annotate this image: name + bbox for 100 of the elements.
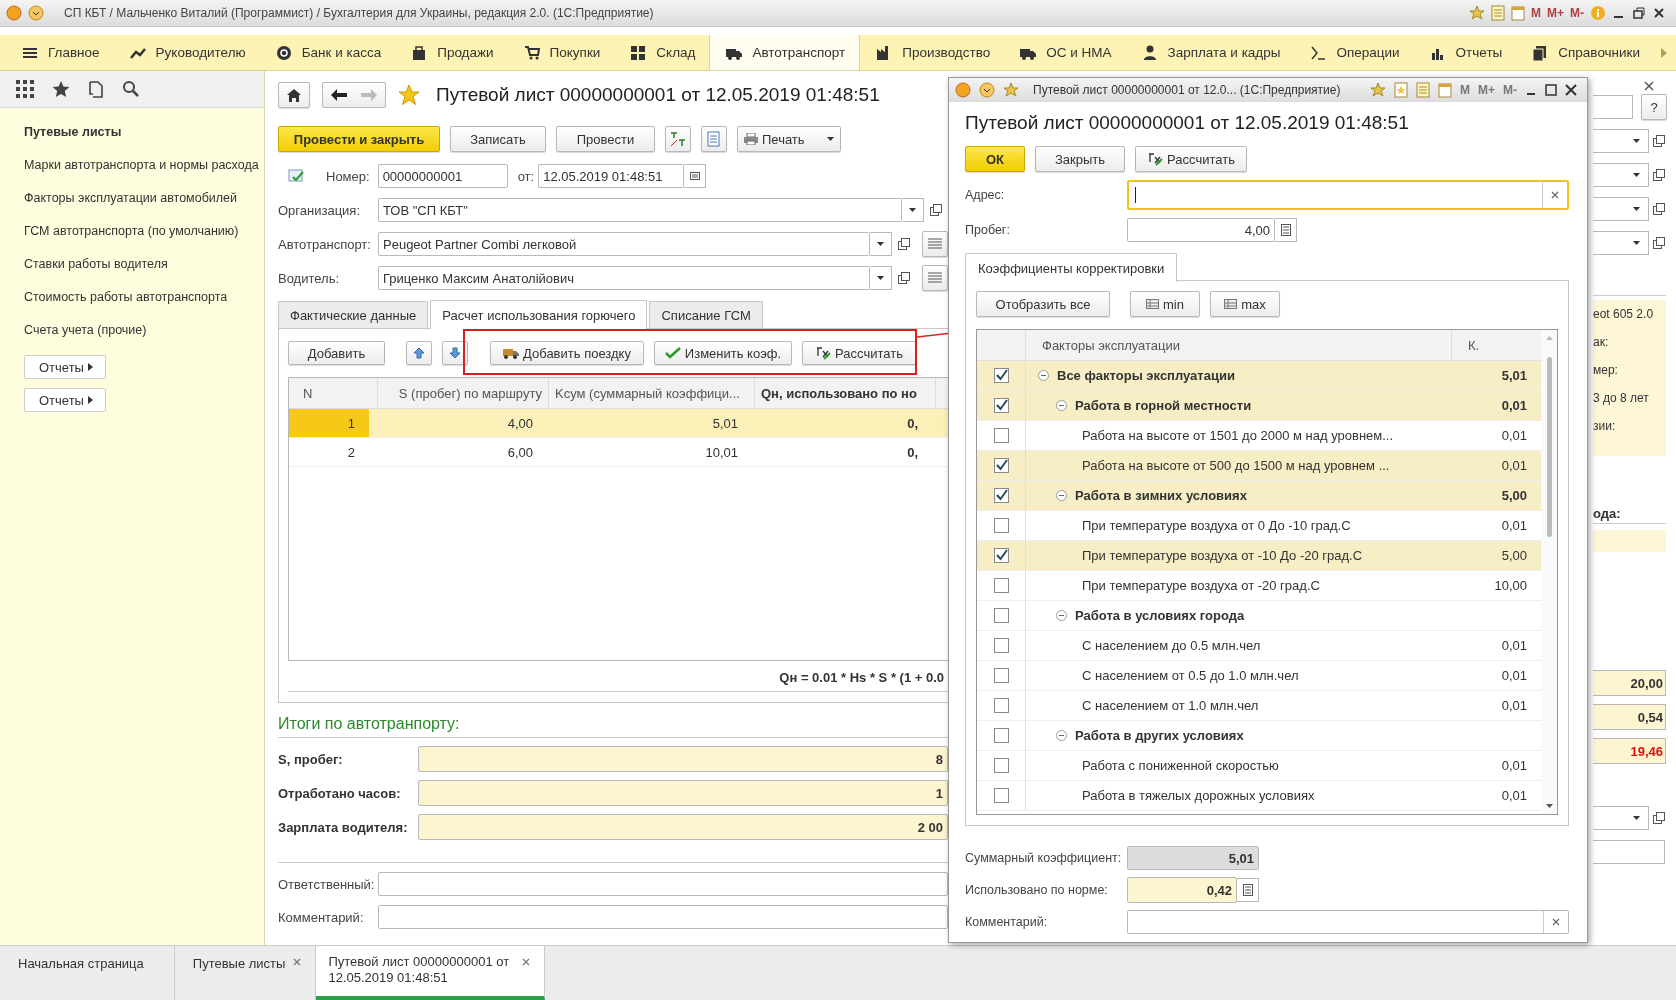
open-icon[interactable]	[898, 238, 910, 250]
text-field[interactable]	[378, 872, 948, 896]
comment-field[interactable]	[1127, 910, 1569, 934]
open-icon[interactable]	[1653, 169, 1665, 181]
tree-row[interactable]: С населением от 0.5 до 1.0 млн.чел 0,01	[977, 661, 1541, 691]
checkbox[interactable]	[993, 788, 1009, 803]
checkbox[interactable]	[993, 698, 1009, 713]
clear-icon[interactable]	[1552, 918, 1560, 926]
dropdown-button[interactable]	[870, 232, 892, 256]
table-row[interactable]: 2 6,00 10,01 0,	[289, 438, 948, 467]
table-row[interactable]: 1 4,00 5,01 0,	[289, 409, 948, 438]
close-icon[interactable]	[1652, 6, 1666, 20]
checkbox[interactable]	[993, 368, 1009, 383]
address-field[interactable]	[1127, 180, 1569, 210]
tree-row[interactable]: Работа в тяжелых дорожных условиях 0,01	[977, 781, 1541, 811]
checkbox[interactable]	[993, 668, 1009, 683]
select-field[interactable]: ТОВ "СП КБТ"	[378, 198, 902, 222]
checkbox[interactable]	[993, 578, 1009, 593]
tab[interactable]: Фактические данные	[278, 301, 429, 328]
section-tab[interactable]: Банк и касса	[259, 35, 396, 70]
calendar-button[interactable]	[684, 164, 707, 188]
open-icon[interactable]	[1653, 203, 1665, 215]
section-tab[interactable]: Склад	[614, 35, 710, 70]
maximize-icon[interactable]	[1545, 84, 1557, 96]
tab[interactable]: Списание ГСМ	[649, 301, 763, 328]
tab[interactable]: Коэффициенты корректировки	[965, 253, 1178, 282]
command-button[interactable]: Провести	[556, 126, 655, 152]
panel-button[interactable]: min	[1130, 291, 1200, 317]
sidebar-link[interactable]: Ставки работы водителя	[24, 256, 260, 272]
tree-row[interactable]: Работа в зимних условиях 5,00	[977, 481, 1541, 511]
add-button[interactable]: Добавить	[288, 341, 385, 365]
select-field[interactable]	[1593, 163, 1649, 187]
scrollbar[interactable]	[1541, 330, 1557, 814]
checkbox[interactable]	[993, 458, 1009, 473]
tree-row[interactable]: При температуре воздуха от -10 До -20 град.С 5,00	[977, 541, 1541, 571]
tree-row[interactable]: Работа на высоте от 500 до 1500 м над уровнем ... 0,01	[977, 451, 1541, 481]
select-field[interactable]	[1593, 231, 1649, 255]
section-tab[interactable]: Производство	[860, 35, 1005, 70]
open-icon[interactable]	[1653, 812, 1665, 824]
dropdown-button[interactable]	[870, 266, 892, 290]
move-down-button[interactable]	[442, 341, 468, 365]
number-field[interactable]: 00000000001	[377, 164, 508, 188]
favorite-star-icon[interactable]	[398, 84, 420, 106]
memory-button[interactable]: M+	[1478, 83, 1495, 97]
memory-button[interactable]: M-	[1503, 83, 1517, 97]
window-tab[interactable]: Путевой лист 00000000001 от 12.05.2019 01:48:51	[316, 946, 546, 1000]
tree-row[interactable]: При температуре воздуха от -20 град.С 10,00	[977, 571, 1541, 601]
checkbox[interactable]	[993, 638, 1009, 653]
checkbox[interactable]	[993, 548, 1009, 563]
collapse-icon[interactable]	[1038, 370, 1049, 381]
home-button[interactable]	[278, 82, 310, 108]
tree-row[interactable]: Работа в других условиях	[977, 721, 1541, 751]
select-field[interactable]	[1593, 95, 1633, 119]
scroll-down-icon[interactable]	[1545, 804, 1553, 808]
open-icon[interactable]	[1653, 135, 1665, 147]
checkbox[interactable]	[993, 488, 1009, 503]
reports-menu-button[interactable]: Отчеты	[24, 355, 106, 379]
select-field[interactable]	[1593, 806, 1649, 830]
star-icon[interactable]	[1469, 5, 1485, 21]
checkbox[interactable]	[993, 758, 1009, 773]
tree-row[interactable]: С населением от 1.0 млн.чел 0,01	[977, 691, 1541, 721]
tab[interactable]: Расчет использования горючего	[430, 300, 648, 329]
calculator-button[interactable]	[1275, 218, 1297, 242]
checkbox[interactable]	[993, 518, 1009, 533]
action-button[interactable]: Изменить коэф.	[654, 341, 792, 365]
star-icon[interactable]	[1370, 82, 1386, 98]
collapse-icon[interactable]	[1056, 400, 1067, 411]
open-icon[interactable]	[930, 204, 942, 216]
section-tab[interactable]: Автотранспорт	[709, 35, 861, 70]
norm-usage-field[interactable]: 0,42	[1127, 877, 1237, 903]
date-field[interactable]: 12.05.2019 01:48:51	[538, 164, 685, 188]
memory-button[interactable]: M	[1460, 83, 1470, 97]
section-tab[interactable]: ОС и НМА	[1004, 35, 1126, 70]
section-tab[interactable]: Руководителю	[113, 35, 260, 70]
action-button[interactable]: Рассчитать	[802, 341, 916, 365]
print-button[interactable]: Печать	[737, 126, 841, 152]
collapse-icon[interactable]	[1056, 610, 1067, 621]
tree-row[interactable]: Работа с пониженной скоростью 0,01	[977, 751, 1541, 781]
tree-row[interactable]: Работа в условиях города	[977, 601, 1541, 631]
text-field[interactable]	[1593, 840, 1665, 864]
sidebar-link[interactable]: Марки автотранспорта и нормы расхода	[24, 157, 260, 173]
memory-button[interactable]: M	[1531, 6, 1541, 20]
select-field[interactable]	[1593, 129, 1649, 153]
action-button[interactable]: Добавить поездку	[490, 341, 644, 365]
restore-icon[interactable]	[1632, 6, 1646, 20]
command-button[interactable]: Записать	[450, 126, 546, 152]
star-icon[interactable]	[1003, 82, 1019, 98]
section-tab[interactable]: Справочники	[1516, 35, 1655, 70]
open-icon[interactable]	[1653, 237, 1665, 249]
tree-row[interactable]: Работа в горной местности 0,01	[977, 391, 1541, 421]
section-tab[interactable]: Зарплата и кадры	[1125, 35, 1295, 70]
back-arrow-icon[interactable]	[331, 89, 347, 101]
tree-row[interactable]: С населением до 0.5 млн.чел 0,01	[977, 631, 1541, 661]
open-icon[interactable]	[898, 272, 910, 284]
checkbox[interactable]	[993, 608, 1009, 623]
calculator-button[interactable]	[1237, 878, 1259, 902]
mileage-field[interactable]: 4,00	[1127, 218, 1275, 242]
dropdown-icon[interactable]	[979, 82, 995, 98]
sidebar-link[interactable]: Стоимость работы автотранспорта	[24, 289, 260, 305]
star-icon[interactable]	[52, 80, 70, 98]
